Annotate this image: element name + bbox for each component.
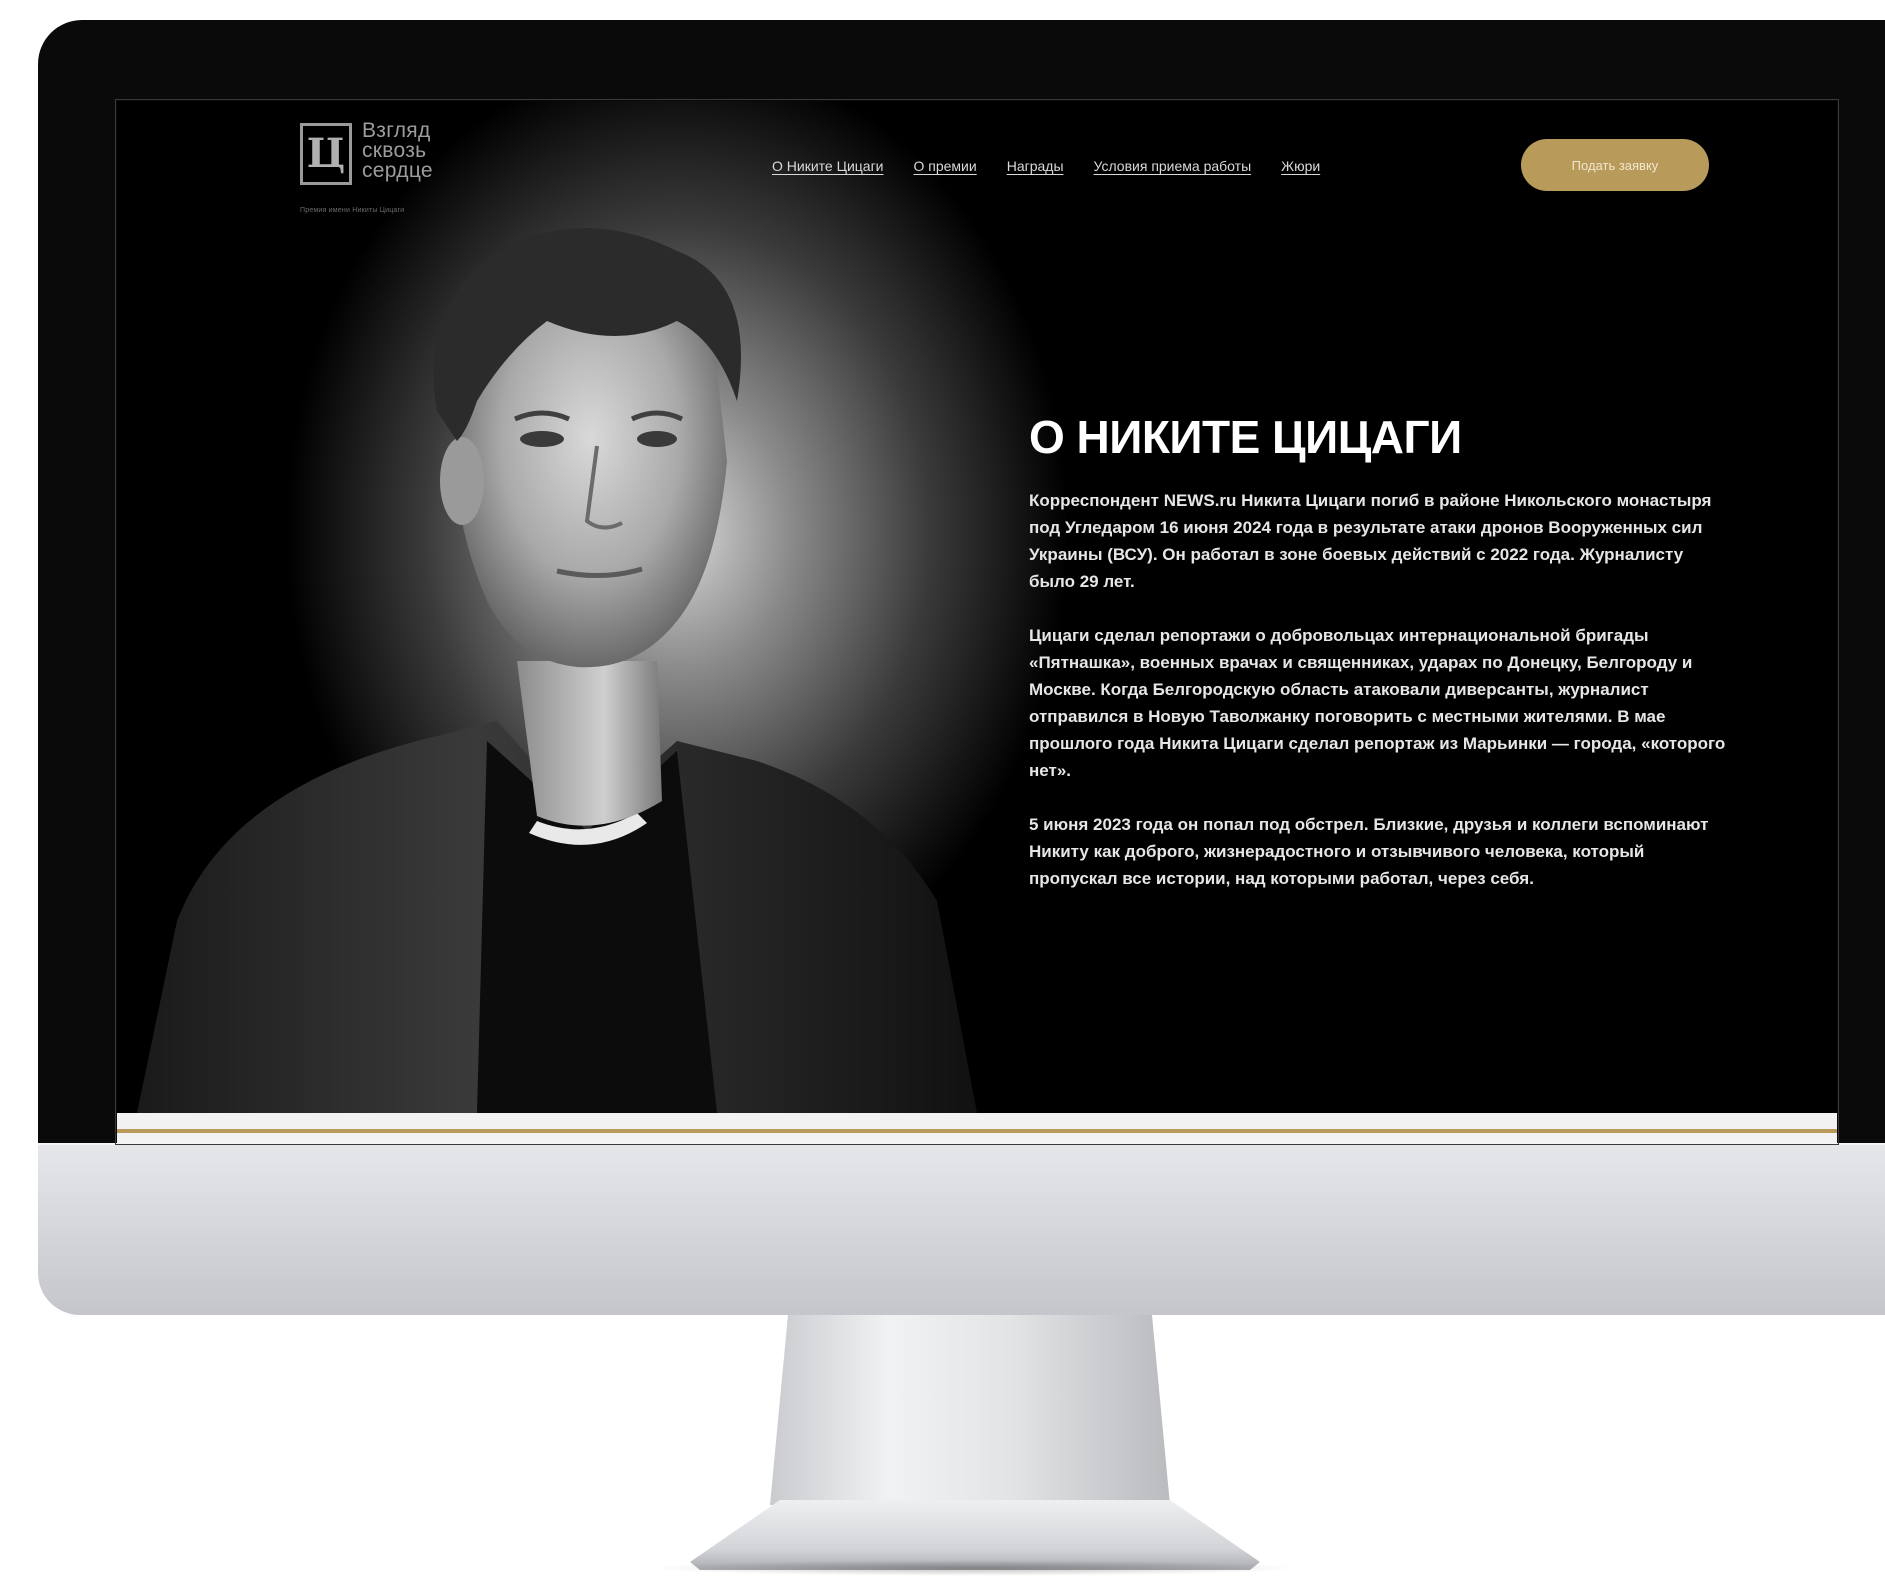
nav-item-jury[interactable]: Жюри: [1281, 158, 1320, 174]
nav-item-submission-terms[interactable]: Условия приема работы: [1094, 158, 1252, 174]
main-nav: О Никите Цицаги О премии Награды Условия…: [772, 156, 1320, 176]
logo-line-1: Взгляд: [362, 119, 431, 142]
nav-item-awards[interactable]: Награды: [1007, 158, 1064, 174]
monitor-stand-neck: [770, 1315, 1170, 1505]
page-title: О НИКИТЕ ЦИЦАГИ: [1029, 411, 1462, 463]
stand-shadow: [650, 1560, 1300, 1576]
about-section: О НИКИТЕ ЦИЦАГИ Корреспондент NEWS.ru Ни…: [1029, 409, 1729, 892]
logo-subtitle: Премия имени Никиты Цицаги: [300, 207, 405, 214]
site-logo[interactable]: Ц Взгляд сквозь сердце Премия имени Ники…: [300, 119, 502, 214]
logo-mark: Ц: [300, 123, 352, 185]
submit-application-button[interactable]: Подать заявку: [1521, 139, 1709, 191]
nav-item-about-prize[interactable]: О премии: [914, 158, 977, 174]
paragraph-3: 5 июня 2023 года он попал под обстрел. Б…: [1029, 815, 1709, 888]
website-screen: Ц Взгляд сквозь сердце Премия имени Ники…: [117, 101, 1837, 1143]
paragraph-1: Корреспондент NEWS.ru Никита Цицаги поги…: [1029, 491, 1712, 591]
monitor-chin: [38, 1143, 1885, 1315]
paragraph-2: Цицаги сделал репортажи о добровольцах и…: [1029, 626, 1726, 780]
gold-divider: [117, 1129, 1837, 1133]
next-section-strip: [117, 1113, 1837, 1143]
logo-text: Взгляд сквозь сердце: [362, 119, 502, 182]
logo-line-3: сердце: [362, 159, 433, 182]
logo-line-2: сквозь: [362, 139, 427, 162]
nav-item-about-nikita[interactable]: О Никите Цицаги: [772, 158, 884, 174]
monitor-mockup: Ц Взгляд сквозь сердце Премия имени Ники…: [0, 0, 1885, 1576]
